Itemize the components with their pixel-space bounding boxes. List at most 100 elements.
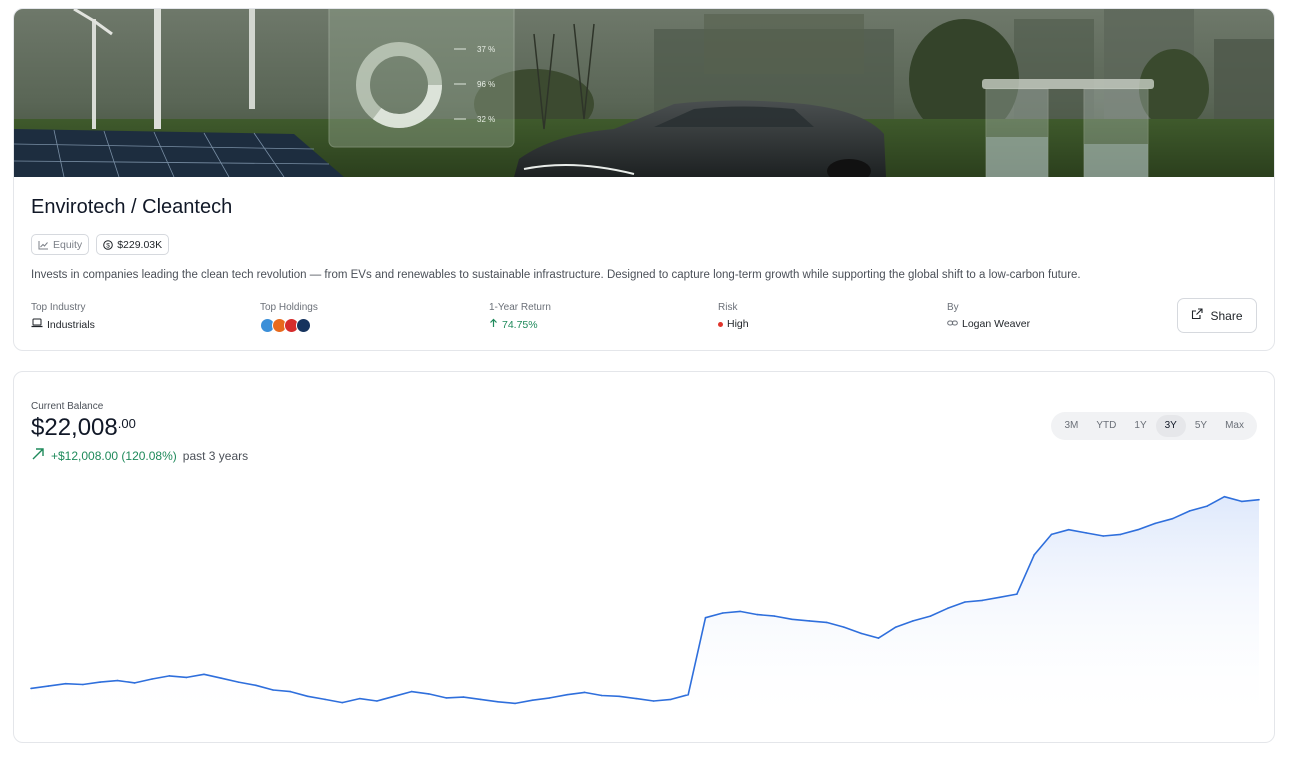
balance-point xyxy=(981,599,984,602)
time-range-selector: 3M YTD 1Y 3Y 5Y Max xyxy=(1051,412,1257,440)
range-5y-button[interactable]: 5Y xyxy=(1186,415,1216,437)
balance-point xyxy=(635,697,638,700)
balance-point xyxy=(808,620,811,622)
balance-point xyxy=(1102,535,1105,537)
balance-point xyxy=(289,690,292,693)
balance-point xyxy=(1171,517,1174,520)
balance-point xyxy=(652,700,655,702)
balance-point xyxy=(670,698,672,701)
balance-point xyxy=(220,677,223,680)
balance-point xyxy=(583,691,586,694)
fund-card: 37 % 96 % 32 % Envirotech / Cleantech Eq… xyxy=(13,8,1275,351)
balance-point xyxy=(1033,554,1035,556)
balance-value: $22,008 .00 xyxy=(31,414,136,442)
balance-point xyxy=(255,684,257,687)
range-ytd-button[interactable]: YTD xyxy=(1087,415,1125,437)
balance-point xyxy=(1206,505,1208,507)
equity-tag-label: Equity xyxy=(53,238,83,251)
balance-point xyxy=(894,626,897,628)
balance-point xyxy=(133,682,136,684)
stat-top-industry: Top Industry Industrials xyxy=(31,302,95,331)
hero-readout-2: 96 % xyxy=(477,80,495,89)
range-max-button[interactable]: Max xyxy=(1216,415,1253,437)
stat-one-year-return: 1-Year Return 74.75% xyxy=(489,302,551,331)
fund-title: Envirotech / Cleantech xyxy=(31,196,233,218)
svg-text:$: $ xyxy=(106,242,110,249)
hero-readout-1: 37 % xyxy=(477,45,495,54)
balance-point xyxy=(237,681,240,683)
balance-point xyxy=(687,693,690,696)
stat-by: By Logan Weaver xyxy=(947,302,1030,330)
balance-point xyxy=(1154,522,1157,525)
stat-label: Top Industry xyxy=(31,302,86,313)
balance-point xyxy=(704,616,707,619)
hero-readout-3: 32 % xyxy=(477,115,495,124)
share-button-label: Share xyxy=(1210,308,1243,323)
hero-image: 37 % 96 % 32 % xyxy=(14,9,1274,177)
arrow-up-icon xyxy=(489,318,498,331)
balance-point xyxy=(479,698,482,701)
balance-point xyxy=(964,601,966,603)
balance-point xyxy=(531,699,534,702)
balance-point xyxy=(600,694,603,697)
balance-point xyxy=(1085,532,1087,534)
balance-change: +$12,008.00 (120.08%) past 3 years xyxy=(31,447,248,464)
balance-point xyxy=(791,618,793,621)
balance-point xyxy=(1240,500,1243,503)
range-3y-button[interactable]: 3Y xyxy=(1155,415,1186,437)
balance-cents: .00 xyxy=(117,416,136,431)
balance-point xyxy=(549,697,551,699)
laptop-icon xyxy=(31,318,43,331)
balance-point xyxy=(324,698,326,701)
chart-line-icon xyxy=(38,240,49,250)
balance-point xyxy=(1050,533,1053,536)
balance-point xyxy=(445,697,447,699)
balance-point xyxy=(912,620,914,622)
holding-logo-4[interactable] xyxy=(296,318,311,333)
balance-card: Current Balance $22,008 .00 +$12,008.00 … xyxy=(13,371,1275,743)
share-button[interactable]: Share xyxy=(1177,298,1257,333)
balance-point xyxy=(462,696,465,698)
balance-point xyxy=(47,685,50,687)
balance-point xyxy=(773,615,776,617)
balance-point xyxy=(393,695,396,698)
balance-point xyxy=(722,612,724,614)
balance-point xyxy=(64,682,67,685)
stat-label: By xyxy=(947,302,959,313)
balance-point xyxy=(825,621,828,624)
dollar-circle-icon: $ xyxy=(103,239,113,250)
balance-point xyxy=(99,681,101,683)
balance-point xyxy=(358,697,361,700)
balance-chart[interactable] xyxy=(14,482,1275,727)
balance-point xyxy=(1223,495,1226,498)
stat-label: Risk xyxy=(718,302,738,313)
one-year-return-value: 74.75% xyxy=(502,318,538,331)
author-link[interactable]: Logan Weaver xyxy=(962,318,1030,330)
stat-value: Industrials xyxy=(31,318,95,331)
balance-point xyxy=(1067,528,1070,531)
stat-label: Top Holdings xyxy=(260,302,318,313)
balance-point xyxy=(1189,510,1191,512)
top-holdings-logos[interactable] xyxy=(260,318,318,333)
range-3m-button[interactable]: 3M xyxy=(1055,415,1087,437)
top-industry-value: Industrials xyxy=(47,318,95,331)
range-1y-button[interactable]: 1Y xyxy=(1125,415,1155,437)
risk-value: High xyxy=(727,318,749,330)
balance-point xyxy=(618,695,620,698)
balance-point xyxy=(860,632,862,635)
balance-point xyxy=(1016,593,1018,595)
balance-label: Current Balance xyxy=(31,401,104,412)
balance-chart-svg[interactable] xyxy=(14,482,1275,727)
balance-point xyxy=(756,613,759,616)
balance-point xyxy=(30,687,32,690)
trend-up-icon xyxy=(31,447,45,464)
stat-value: 74.75% xyxy=(489,318,551,331)
balance-point xyxy=(946,607,949,610)
fund-value-tag: $ $229.03K xyxy=(96,234,170,255)
stat-risk: Risk High xyxy=(718,302,749,330)
balance-point xyxy=(341,701,344,704)
balance-point xyxy=(843,626,845,628)
risk-dot-icon xyxy=(718,321,723,327)
balance-point xyxy=(185,676,188,679)
balance-point xyxy=(1119,533,1122,536)
